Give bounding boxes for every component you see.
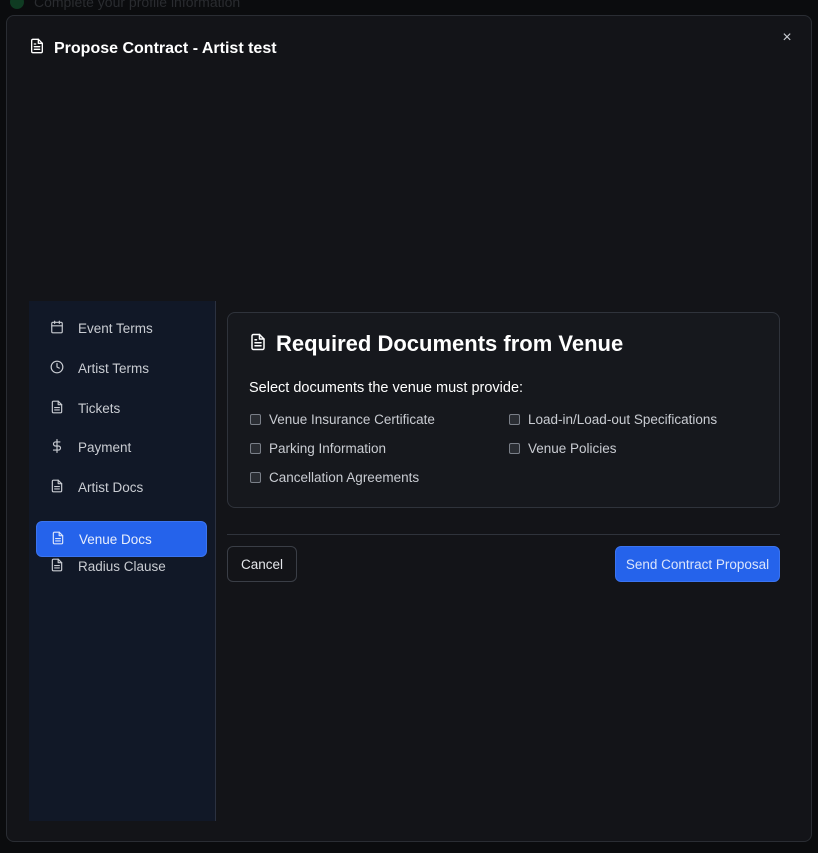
- doc-option-label: Cancellation Agreements: [269, 470, 420, 485]
- check-circle-icon: [10, 0, 24, 9]
- sidebar-item-radius-clause[interactable]: Radius Clause: [36, 548, 207, 584]
- doc-option-cancellation-agreements[interactable]: Cancellation Agreements: [250, 470, 419, 485]
- close-icon: ×: [782, 29, 792, 46]
- close-button[interactable]: ×: [777, 28, 797, 48]
- modal-title: Propose Contract - Artist test: [54, 39, 277, 57]
- document-icon: [51, 531, 65, 548]
- dollar-icon: [50, 438, 64, 456]
- document-icon: [50, 558, 64, 575]
- document-icon: [249, 333, 267, 356]
- propose-contract-modal: Propose Contract - Artist test × Event T…: [6, 15, 812, 842]
- doc-option-label: Venue Insurance Certificate: [269, 412, 435, 427]
- doc-option-parking-information[interactable]: Parking Information: [250, 441, 386, 456]
- document-icon: [29, 38, 45, 59]
- sidebar-item-artist-terms[interactable]: Artist Terms: [36, 350, 207, 386]
- section-title: Required Documents from Venue: [276, 331, 624, 356]
- checkbox[interactable]: [250, 472, 261, 483]
- send-contract-proposal-button[interactable]: Send Contract Proposal: [615, 546, 780, 582]
- sidebar-item-label: Tickets: [78, 400, 121, 416]
- doc-option-label: Load-in/Load-out Specifications: [528, 412, 718, 427]
- doc-option-label: Parking Information: [269, 441, 387, 456]
- required-documents-card: Required Documents from Venue Select doc…: [227, 312, 780, 508]
- checkbox[interactable]: [250, 414, 261, 425]
- sidebar-item-event-terms[interactable]: Event Terms: [36, 310, 207, 346]
- calendar-icon: [50, 320, 64, 337]
- document-icon: [50, 479, 64, 496]
- doc-option-venue-insurance-certificate[interactable]: Venue Insurance Certificate: [250, 412, 435, 427]
- sidebar-item-payment[interactable]: Payment: [36, 429, 207, 465]
- sidebar-item-label: Venue Docs: [79, 531, 152, 547]
- document-icon: [50, 400, 64, 417]
- sidebar-item-label: Artist Terms: [78, 360, 150, 376]
- sidebar-item-tickets[interactable]: Tickets: [36, 390, 207, 426]
- sidebar-item-label: Artist Docs: [78, 479, 144, 495]
- modal-header: Propose Contract - Artist test: [29, 38, 277, 59]
- section-subtitle: Select documents the venue must provide:: [249, 380, 524, 396]
- backdrop-profile-notice: Complete your profile information: [10, 0, 240, 10]
- checkbox[interactable]: [509, 414, 520, 425]
- sidebar-item-label: Event Terms: [78, 320, 153, 336]
- sidebar-item-artist-docs[interactable]: Artist Docs: [36, 469, 207, 505]
- sidebar-item-label: Radius Clause: [78, 558, 166, 574]
- doc-option-venue-policies[interactable]: Venue Policies: [509, 441, 617, 456]
- footer-divider: [227, 534, 780, 535]
- checkbox[interactable]: [509, 443, 520, 454]
- sidebar-item-label: Payment: [78, 439, 132, 455]
- checkbox[interactable]: [250, 443, 261, 454]
- doc-option-load-in-load-out-specifications[interactable]: Load-in/Load-out Specifications: [509, 412, 717, 427]
- contract-sections-sidebar: Event Terms Artist Terms Tickets Payment…: [29, 301, 216, 821]
- cancel-button[interactable]: Cancel: [227, 546, 297, 582]
- doc-option-label: Venue Policies: [528, 441, 617, 456]
- card-header: Required Documents from Venue: [249, 331, 623, 357]
- backdrop-notice-text: Complete your profile information: [34, 0, 241, 10]
- clock-icon: [50, 360, 64, 377]
